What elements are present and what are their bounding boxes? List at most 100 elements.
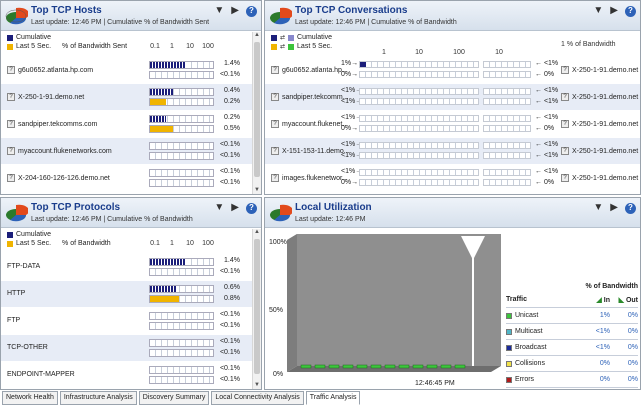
conversation-destination[interactable]: ? X-250-1-91.demo.net [561, 93, 638, 101]
last5-value: 0.8% [224, 295, 240, 302]
table-row[interactable]: ? myaccount.flukenetworks.com <0.1% <0.1% [1, 138, 252, 164]
row-label: X-204-160-126-126.demo.net [18, 174, 110, 182]
cumulative-bar [149, 312, 214, 320]
table-row[interactable]: TCP-OTHER <0.1% <0.1% [1, 335, 252, 361]
cumulative-bar [149, 61, 214, 69]
help-icon[interactable]: ? [625, 5, 636, 17]
destination-label: X-250-1-91.demo.net [572, 66, 639, 74]
row-name[interactable]: ? myaccount.flukenetworks.com [7, 147, 112, 155]
table-row[interactable]: HTTP 0.6% 0.8% [1, 281, 252, 307]
conversation-bar [359, 98, 479, 105]
conversation-row[interactable]: ? images.flukenetwor... <1%→ 0%→ ← <1% ← 0%? X… [265, 165, 640, 191]
row-label: g6u0652.atlanta.hp.com [18, 66, 94, 74]
conversation-source[interactable]: ? sandpiper.tekcomm... [271, 93, 349, 101]
tab-traffic-analysis[interactable]: Traffic Analysis [305, 391, 361, 405]
scroll-up-icon[interactable]: ▲ [253, 229, 261, 237]
table-row[interactable]: ? X-204-160-126-126.demo.net <0.1% <0.1% [1, 165, 252, 191]
conversation-source[interactable]: ? X-151-153-11.demo... [271, 147, 350, 155]
cumulative-swatch [271, 34, 277, 41]
host-icon: ? [561, 120, 569, 128]
y-axis-label: 0% [273, 371, 283, 378]
bar-fill [150, 126, 174, 132]
conversation-destination[interactable]: ? X-250-1-91.demo.net [561, 174, 638, 182]
conversation-source[interactable]: ? images.flukenetwor... [271, 174, 348, 182]
table-row[interactable]: ? sandpiper.tekcomms.com 0.2% 0.5% [1, 111, 252, 137]
conversation-bar-right [483, 61, 531, 68]
utilization-row: Collisions 0% 0% [506, 356, 638, 372]
help-icon[interactable]: ? [625, 202, 636, 214]
row-name[interactable]: ? sandpiper.tekcomms.com [7, 120, 97, 128]
destination-label: X-250-1-91.demo.net [572, 174, 639, 182]
scroll-down-icon[interactable]: ▼ [253, 382, 261, 389]
vertical-scrollbar[interactable]: ▲ ▼ [252, 32, 261, 194]
conversation-row[interactable]: ? g6u0652.atlanta.hp... 1%→ 0%→ ← <1% ← 0%? X-… [265, 57, 640, 83]
table-row[interactable]: ? X-250-1-91.demo.net 0.4% 0.2% [1, 84, 252, 110]
conversation-bar-right [483, 98, 531, 105]
traffic-type: Unicast [506, 312, 582, 319]
right-value-bottom: ← <1% [535, 98, 559, 105]
traffic-type: Broadcast [506, 344, 582, 351]
x-axis-label: 12:46:45 PM [415, 380, 455, 387]
conversation-bar [359, 61, 479, 68]
panel-title: Top TCP Conversations [295, 5, 408, 16]
cumulative-swatch [7, 34, 13, 41]
tab-local-connectivity-analysis[interactable]: Local Connectivity Analysis [211, 391, 304, 405]
row-name[interactable]: FTP-DATA [7, 263, 40, 270]
table-row[interactable]: ENDPOINT-MAPPER <0.1% <0.1% [1, 362, 252, 388]
cumulative-value: 0.6% [224, 284, 240, 291]
chart-left-face [287, 234, 297, 372]
row-name[interactable]: ? X-250-1-91.demo.net [7, 93, 84, 101]
conversation-bar [359, 115, 479, 122]
tab-network-health[interactable]: Network Health [2, 391, 58, 405]
cumulative-bar [149, 339, 214, 347]
help-icon[interactable]: ? [246, 5, 257, 17]
panel-header: Top TCP Hosts Last update: 12:46 PM | Cu… [1, 1, 261, 31]
conversation-destination[interactable]: ? X-250-1-91.demo.net [561, 66, 638, 74]
host-icon: ? [561, 147, 569, 155]
play-icon[interactable]: ▶ [231, 5, 239, 17]
table-row[interactable]: FTP-DATA 1.4% <0.1% [1, 254, 252, 280]
scroll-down-icon[interactable]: ▼ [253, 187, 261, 194]
conversation-row[interactable]: ? X-151-153-11.demo... <1%→ <1%→ ← <1% ← <1%?… [265, 138, 640, 164]
conversation-destination[interactable]: ? X-250-1-91.demo.net [561, 120, 638, 128]
cumulative-value: 1.4% [224, 257, 240, 264]
in-value: <1% [595, 328, 610, 335]
last5-swatch [288, 43, 295, 50]
dropdown-icon[interactable]: ▼ [214, 202, 224, 214]
scroll-up-icon[interactable]: ▲ [253, 32, 261, 40]
conversation-source[interactable]: ? myaccount.flukenet... [271, 120, 348, 128]
bar-fill [150, 89, 174, 95]
play-icon[interactable]: ▶ [610, 202, 618, 214]
scroll-thumb[interactable] [254, 239, 260, 374]
conversation-destination[interactable]: ? X-250-1-91.demo.net [561, 147, 638, 155]
bar-fill [150, 116, 166, 122]
table-row[interactable]: FTP <0.1% <0.1% [1, 308, 252, 334]
traffic-label: Multicast [515, 328, 543, 335]
conversation-source[interactable]: ? g6u0652.atlanta.hp... [271, 66, 348, 74]
row-name[interactable]: ENDPOINT-MAPPER [7, 371, 75, 378]
play-icon[interactable]: ▶ [231, 202, 239, 214]
row-name[interactable]: HTTP [7, 290, 25, 297]
vertical-scrollbar[interactable]: ▲ ▼ [252, 229, 261, 389]
destination-label: X-250-1-91.demo.net [572, 147, 639, 155]
tab-discovery-summary[interactable]: Discovery Summary [138, 391, 210, 405]
help-icon[interactable]: ? [246, 202, 257, 214]
conversation-row[interactable]: ? myaccount.flukenet... <1%→ 0%→ ← <1% ← 0%? X… [265, 111, 640, 137]
dropdown-icon[interactable]: ▼ [214, 5, 224, 17]
table-row[interactable]: ? g6u0652.atlanta.hp.com 1.4% <0.1% [1, 57, 252, 83]
dropdown-icon[interactable]: ▼ [593, 202, 603, 214]
scroll-thumb[interactable] [254, 42, 260, 177]
row-name[interactable]: TCP-OTHER [7, 344, 48, 351]
in-value: 1% [599, 312, 610, 319]
row-name[interactable]: FTP [7, 317, 20, 324]
row-name[interactable]: ? X-204-160-126-126.demo.net [7, 174, 110, 182]
row-name[interactable]: ? g6u0652.atlanta.hp.com [7, 66, 93, 74]
cumulative-value: <0.1% [219, 168, 240, 175]
right-value-bottom: ← 0% [535, 179, 555, 186]
dropdown-icon[interactable]: ▼ [593, 5, 603, 17]
utilization-row: Broadcast <1% 0% [506, 340, 638, 356]
tab-infrastructure-analysis[interactable]: Infrastructure Analysis [59, 391, 137, 405]
conversation-row[interactable]: ? sandpiper.tekcomm... <1%→ <1%→ ← <1% ← <1%?… [265, 84, 640, 110]
play-icon[interactable]: ▶ [610, 5, 618, 17]
source-label: X-151-153-11.demo... [282, 147, 350, 155]
